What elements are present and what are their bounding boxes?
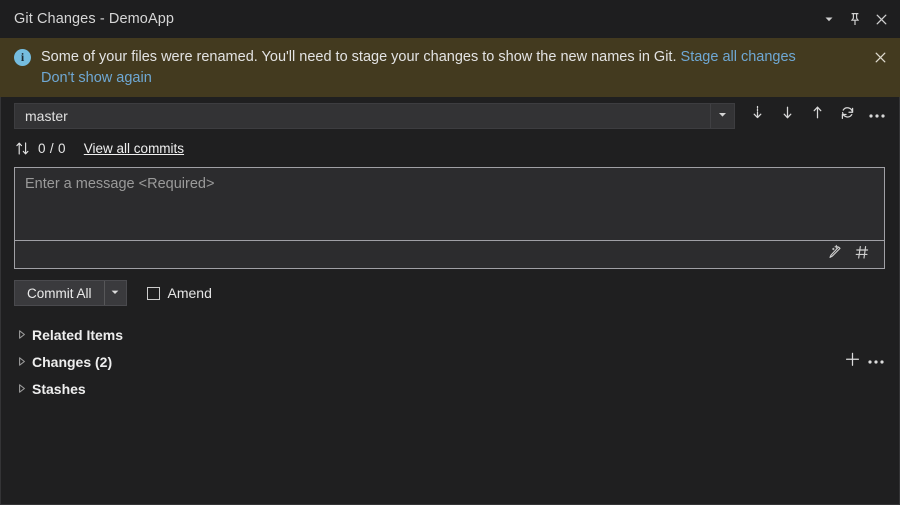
- close-button[interactable]: [868, 6, 894, 32]
- more-ellipsis-icon: [867, 353, 885, 371]
- commit-all-dropdown-button[interactable]: [104, 281, 126, 305]
- close-icon: [875, 13, 888, 26]
- sections-tree: Related Items Changes (2): [0, 321, 900, 402]
- stage-all-changes-link[interactable]: Stage all changes: [681, 49, 796, 65]
- branch-selector[interactable]: master: [14, 103, 735, 129]
- hash-icon: [854, 244, 871, 266]
- section-label: Changes (2): [32, 354, 112, 370]
- info-icon: i: [14, 49, 31, 66]
- close-icon: [874, 51, 887, 69]
- pin-button[interactable]: [842, 6, 868, 32]
- commit-all-button[interactable]: Commit All: [14, 280, 127, 306]
- commit-all-button-label: Commit All: [15, 286, 104, 301]
- push-button[interactable]: [802, 101, 832, 131]
- sync-refresh-icon: [839, 105, 856, 127]
- section-related-items[interactable]: Related Items: [0, 321, 900, 348]
- sync-button[interactable]: [832, 101, 862, 131]
- branch-selector-dropdown-button[interactable]: [710, 104, 734, 128]
- git-more-button[interactable]: [862, 101, 892, 131]
- chevron-down-icon: [110, 284, 120, 302]
- notification-close-button[interactable]: [868, 48, 892, 72]
- notification-bar: i Some of your files were renamed. You'l…: [0, 38, 900, 97]
- commit-action-row: Commit All Amend: [0, 280, 900, 306]
- plus-icon: [844, 351, 861, 373]
- fetch-button[interactable]: [742, 101, 772, 131]
- add-changes-button[interactable]: [840, 350, 864, 374]
- window-dropdown-button[interactable]: [816, 6, 842, 32]
- pull-button[interactable]: [772, 101, 802, 131]
- amend-checkbox-label: Amend: [168, 285, 212, 301]
- amend-checkbox[interactable]: Amend: [147, 285, 212, 301]
- notification-body: Some of your files were renamed. You'll …: [41, 47, 868, 89]
- up-down-arrows-icon: [15, 141, 31, 156]
- pull-down-arrow-icon: [779, 105, 796, 127]
- chevron-down-icon: [823, 13, 835, 25]
- section-label: Stashes: [32, 381, 86, 397]
- more-ellipsis-icon: [868, 107, 886, 125]
- chevron-right-icon[interactable]: [14, 354, 30, 370]
- branch-toolbar-row: master: [0, 97, 900, 134]
- ai-wand-icon: [826, 244, 843, 266]
- empty-area: [0, 402, 900, 505]
- amend-checkbox-box[interactable]: [147, 287, 160, 300]
- section-label: Related Items: [32, 327, 123, 343]
- chevron-right-icon[interactable]: [14, 381, 30, 397]
- commit-counts: 0 / 0: [38, 141, 66, 156]
- dont-show-again-link[interactable]: Don't show again: [41, 68, 152, 89]
- window-title: Git Changes - DemoApp: [14, 11, 174, 27]
- commit-message-input[interactable]: Enter a message <Required>: [15, 168, 884, 240]
- pin-icon: [848, 12, 862, 26]
- fetch-icon: [749, 105, 766, 127]
- changes-more-button[interactable]: [864, 350, 888, 374]
- branch-selector-value: master: [15, 108, 710, 124]
- title-bar: Git Changes - DemoApp: [0, 0, 900, 38]
- git-actions-toolbar: [742, 101, 892, 131]
- chevron-down-icon: [717, 107, 728, 125]
- chevron-right-icon[interactable]: [14, 327, 30, 343]
- add-issue-reference-button[interactable]: [849, 243, 875, 267]
- git-changes-tool-window: Git Changes - DemoApp: [0, 0, 900, 505]
- view-all-commits-link[interactable]: View all commits: [84, 141, 184, 156]
- notification-text: Some of your files were renamed. You'll …: [41, 49, 677, 65]
- generate-commit-message-button[interactable]: [821, 243, 847, 267]
- commit-message-toolbar: [15, 240, 884, 268]
- push-up-arrow-icon: [809, 105, 826, 127]
- section-stashes[interactable]: Stashes: [0, 375, 900, 402]
- commit-message-box: Enter a message <Required>: [14, 167, 885, 269]
- section-changes[interactable]: Changes (2): [0, 348, 900, 375]
- commits-status-row: 0 / 0 View all commits: [0, 134, 900, 162]
